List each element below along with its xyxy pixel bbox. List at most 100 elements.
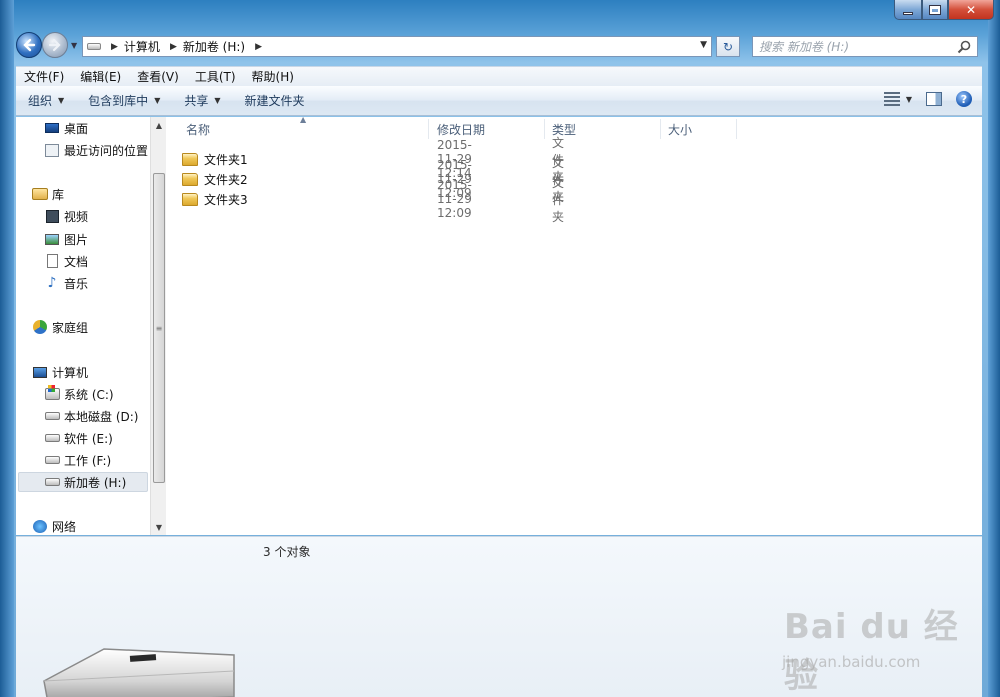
document-icon — [44, 253, 60, 269]
file-type: 文件夹 — [552, 175, 565, 224]
address-bar[interactable]: ▶ 计算机 ▶ 新加卷 (H:) ▶ ▼ — [82, 36, 712, 57]
search-box[interactable] — [752, 36, 978, 57]
new-folder-button[interactable]: 新建文件夹 — [233, 92, 317, 109]
recent-places-icon — [44, 142, 60, 158]
change-view-button[interactable]: ▼ — [883, 92, 912, 106]
nav-item-label: 工作 (F:) — [64, 453, 112, 468]
nav-item-recent-places[interactable]: 最近访问的位置 — [44, 140, 148, 160]
close-button[interactable]: ✕ — [948, 0, 994, 20]
nav-item-label: 最近访问的位置 — [64, 143, 149, 158]
maximize-button[interactable] — [922, 0, 948, 20]
explorer-window: ✕ ▼ ▶ 计算机 ▶ 新加卷 (H:) ▶ ▼ ↻ 文件(F) 编辑( — [0, 0, 1000, 697]
nav-item-drive-f[interactable]: 工作 (F:) — [44, 450, 111, 470]
file-modified: 2015-11-29 12:09 — [437, 178, 472, 220]
file-row[interactable]: 文件夹3 2015-11-29 12:09 文件夹 — [182, 176, 564, 224]
nav-item-label: 桌面 — [64, 121, 89, 136]
nav-item-label: 家庭组 — [52, 320, 89, 335]
share-button[interactable]: 共享 ▼ — [172, 92, 232, 109]
nav-item-pictures[interactable]: 图片 — [44, 229, 88, 249]
scroll-up-icon[interactable]: ▲ — [151, 117, 167, 133]
chevron-down-icon: ▼ — [154, 96, 161, 105]
picture-icon — [44, 231, 60, 247]
network-icon — [32, 518, 48, 534]
back-button[interactable] — [16, 32, 42, 58]
nav-item-drive-d[interactable]: 本地磁盘 (D:) — [44, 406, 138, 426]
details-pane: 3 个对象 Bai du 经验 jingyan.baidu.com — [16, 536, 982, 697]
menu-file[interactable]: 文件(F) — [16, 68, 72, 85]
recent-pages-dropdown[interactable]: ▼ — [71, 41, 79, 50]
desktop-icon — [44, 120, 60, 136]
nav-item-label: 音乐 — [64, 276, 89, 291]
search-icon[interactable] — [957, 40, 971, 57]
back-arrow-icon — [23, 38, 36, 52]
refresh-icon: ↻ — [722, 39, 734, 54]
baidu-watermark: Bai du 经验 jingyan.baidu.com — [766, 591, 966, 696]
nav-item-drive-c[interactable]: 系统 (C:) — [44, 384, 114, 404]
file-row[interactable]: 文件夹2 2015-11-29 12:09 文件夹 — [182, 156, 564, 204]
computer-icon — [32, 364, 48, 380]
menu-view[interactable]: 查看(V) — [129, 68, 187, 85]
nav-item-drive-e[interactable]: 软件 (E:) — [44, 428, 113, 448]
nav-item-network[interactable]: 网络 — [32, 516, 76, 536]
breadcrumb-separator-icon[interactable]: ▶ — [111, 42, 118, 52]
breadcrumb-separator-icon[interactable]: ▶ — [170, 42, 177, 52]
menu-edit[interactable]: 编辑(E) — [72, 68, 129, 85]
nav-item-drive-h[interactable]: 新加卷 (H:) — [18, 472, 148, 492]
nav-item-documents[interactable]: 文档 — [44, 251, 88, 271]
nav-item-videos[interactable]: 视频 — [44, 206, 88, 226]
organize-button[interactable]: 组织 ▼ — [16, 92, 76, 109]
folder-icon — [182, 192, 198, 206]
command-bar: 组织 ▼ 包含到库中 ▼ 共享 ▼ 新建文件夹 ▼ ? — [16, 86, 982, 116]
include-in-library-button[interactable]: 包含到库中 ▼ — [76, 92, 172, 109]
nav-item-label: 软件 (E:) — [64, 431, 113, 446]
scroll-down-icon[interactable]: ▼ — [151, 519, 167, 535]
nav-item-homegroup[interactable]: 家庭组 — [32, 317, 88, 337]
nav-item-computer[interactable]: 计算机 — [32, 362, 88, 382]
organize-label: 组织 — [28, 94, 53, 108]
folder-icon — [182, 152, 198, 166]
preview-pane-icon[interactable] — [926, 92, 942, 106]
close-icon: ✕ — [965, 2, 977, 17]
menu-help[interactable]: 帮助(H) — [244, 68, 302, 85]
menu-bar: 文件(F) 编辑(E) 查看(V) 工具(T) 帮助(H) — [16, 66, 982, 86]
nav-item-music[interactable]: ♪ 音乐 — [44, 273, 88, 293]
search-input[interactable] — [759, 39, 949, 54]
chevron-down-icon: ▼ — [905, 94, 912, 104]
address-history-dropdown-icon[interactable]: ▼ — [700, 40, 707, 50]
nav-item-label: 系统 (C:) — [64, 387, 114, 402]
breadcrumb-separator-icon[interactable]: ▶ — [255, 42, 262, 52]
file-row[interactable]: 文件夹1 2015-11-29 12:14 文件夹 — [182, 136, 564, 184]
menu-tools[interactable]: 工具(T) — [187, 68, 244, 85]
nav-item-libraries[interactable]: 库 — [32, 184, 64, 204]
chevron-down-icon: ▼ — [214, 96, 221, 105]
folder-icon — [182, 172, 198, 186]
navigation-scrollbar[interactable]: ▲ ≡ ▼ — [150, 117, 166, 535]
breadcrumb-drive-h[interactable]: 新加卷 (H:) — [183, 38, 245, 55]
breadcrumb-computer[interactable]: 计算机 — [124, 38, 160, 55]
minimize-button[interactable] — [894, 0, 922, 20]
column-header-type[interactable]: 类型 — [552, 117, 657, 141]
column-header-size[interactable]: 大小 — [668, 117, 733, 141]
refresh-button[interactable]: ↻ — [716, 36, 740, 57]
nav-item-desktop[interactable]: 桌面 — [44, 118, 88, 138]
command-bar-right: ▼ ? — [883, 91, 972, 107]
drive-icon — [44, 430, 60, 446]
item-count: 3 个对象 — [263, 545, 311, 559]
help-icon[interactable]: ? — [956, 91, 972, 107]
file-name: 文件夹2 — [204, 172, 248, 187]
column-divider[interactable] — [544, 119, 545, 139]
column-header-name[interactable]: 名称 — [186, 117, 426, 141]
drive-icon — [44, 474, 60, 490]
music-icon: ♪ — [47, 275, 57, 291]
column-divider[interactable] — [736, 119, 737, 139]
homegroup-icon — [32, 319, 48, 335]
column-divider[interactable] — [428, 119, 429, 139]
maximize-icon — [929, 4, 941, 15]
drive-large-icon — [43, 648, 235, 697]
column-divider[interactable] — [660, 119, 661, 139]
watermark-url: jingyan.baidu.com — [782, 653, 921, 671]
window-frame-right — [988, 0, 1000, 697]
forward-button[interactable] — [42, 32, 68, 58]
scrollbar-thumb[interactable]: ≡ — [153, 173, 165, 483]
file-name: 文件夹3 — [204, 192, 248, 207]
